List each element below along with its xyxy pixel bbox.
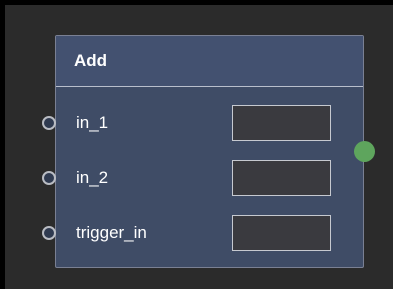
input-port-in_1-icon[interactable] xyxy=(42,116,56,130)
input-port-row-in_2: in_2 xyxy=(42,160,363,196)
input-port-in_1-label: in_1 xyxy=(76,113,109,132)
input-port-in_2-icon[interactable] xyxy=(42,171,56,185)
input-field-trigger_in[interactable] xyxy=(232,215,331,251)
input-port-row-trigger_in: trigger_in xyxy=(42,215,363,251)
input-port-trigger_in-label: trigger_in xyxy=(76,223,147,242)
input-port-in_2-label: in_2 xyxy=(76,168,109,187)
input-field-in_2[interactable] xyxy=(232,160,331,196)
input-port-trigger_in-icon[interactable] xyxy=(42,226,56,240)
input-field-in_1[interactable] xyxy=(232,105,331,141)
add-node[interactable]: Add in_1 in_2 trigger_in xyxy=(42,35,364,268)
output-port-icon[interactable] xyxy=(354,141,375,162)
node-canvas: Add in_1 in_2 trigger_in xyxy=(5,5,393,289)
input-port-row-in_1: in_1 xyxy=(42,105,363,141)
node-title: Add xyxy=(74,51,108,70)
node-header[interactable]: Add xyxy=(56,36,363,87)
